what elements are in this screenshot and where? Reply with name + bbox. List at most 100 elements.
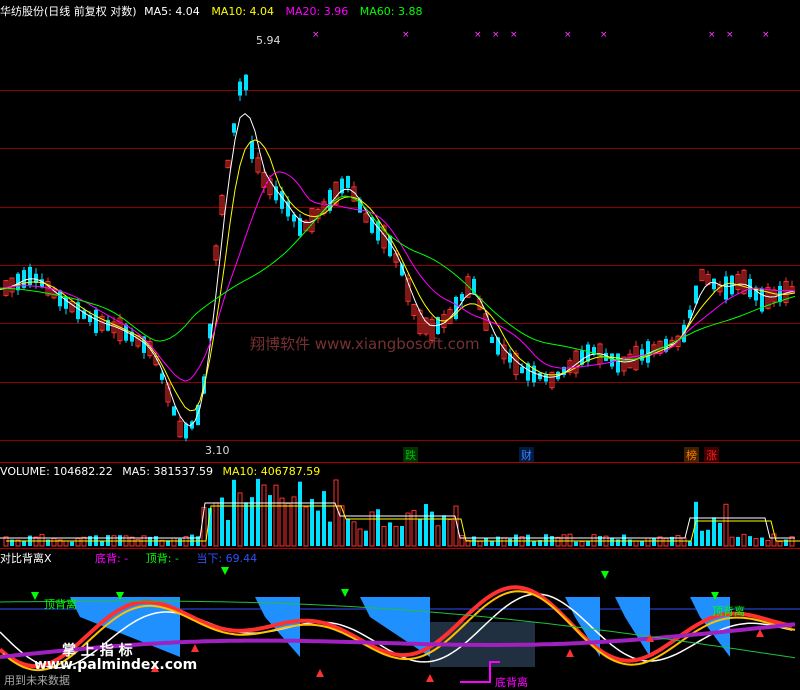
volume-bar — [328, 521, 332, 546]
volume-bar — [753, 538, 759, 547]
volume-bar — [526, 534, 530, 546]
candle-body — [172, 406, 176, 416]
signal-marker: × — [762, 30, 770, 40]
candle-body — [586, 344, 590, 362]
volume-bar — [736, 536, 740, 546]
volume-bar — [663, 537, 669, 547]
volume-bar — [729, 536, 735, 547]
low-price-marker: 3.10 — [205, 444, 230, 457]
panel-separator — [0, 462, 800, 463]
volume-bar — [459, 535, 465, 547]
volume-bar — [567, 533, 573, 547]
signal-marker: × — [708, 30, 716, 40]
volume-bar — [484, 538, 488, 546]
bottom-divergence-label: 底背离 — [495, 676, 528, 689]
ma5-value: 4.04 — [175, 5, 200, 18]
up-arrow-icon — [191, 644, 199, 652]
volume-bar — [273, 484, 279, 547]
volume-bar — [63, 540, 69, 547]
candle-body — [616, 353, 620, 373]
volume-bar — [723, 503, 729, 547]
volume-bar — [700, 530, 704, 546]
candle-body — [280, 191, 284, 209]
volume-bar — [39, 533, 45, 547]
volume-bar — [237, 492, 243, 547]
volume-bar — [544, 534, 548, 546]
volume-ma5-label: MA5: — [122, 465, 151, 478]
volume-bar — [694, 501, 698, 546]
candle-body — [244, 74, 248, 91]
volume-bar — [75, 537, 81, 547]
panel-separator — [0, 548, 800, 549]
volume-ma10-value: 406787.59 — [260, 465, 321, 478]
volume-bar — [555, 536, 561, 547]
volume-bar — [178, 538, 182, 546]
top-divergence-label-right: 顶背离 — [712, 605, 745, 618]
signal-marker: × — [474, 30, 482, 40]
volume-bar — [316, 510, 320, 546]
up-arrow-icon — [426, 674, 434, 682]
volume-value: 104682.22 — [53, 465, 113, 478]
volume-bar — [718, 522, 722, 546]
tag-zhang[interactable]: 涨 — [704, 447, 719, 463]
candle-body — [520, 366, 524, 374]
candle-body — [490, 336, 494, 344]
volume-bar — [490, 541, 494, 546]
signal-marker: × — [600, 30, 608, 40]
tag-die[interactable]: 跌 — [403, 447, 418, 463]
volume-bar — [322, 491, 326, 546]
volume-bar — [279, 497, 285, 547]
candle-body — [16, 273, 20, 291]
volume-bar — [351, 521, 357, 547]
signal-marker: × — [726, 30, 734, 40]
ma5-line — [0, 112, 796, 427]
volume-ma10-label: MA10: — [222, 465, 258, 478]
down-arrow-icon — [341, 589, 349, 597]
volume-label: VOLUME: — [0, 465, 50, 478]
volume-bar — [232, 479, 236, 546]
volume-bar — [388, 522, 392, 546]
volume-bar — [777, 541, 783, 547]
volume-bar — [579, 541, 585, 547]
volume-bar — [261, 484, 267, 547]
volume-bar — [171, 537, 177, 547]
indicator-area — [615, 597, 650, 657]
volume-bar — [688, 541, 692, 546]
top-divergence-label-left: 顶背离 — [44, 598, 77, 611]
ma60-value: 3.88 — [397, 5, 423, 18]
candle-body — [610, 353, 614, 367]
volume-bar — [477, 540, 483, 547]
volume-bar — [681, 537, 687, 547]
volume-bar — [784, 539, 788, 546]
candle-body — [238, 81, 242, 96]
volume-bar — [213, 502, 219, 547]
volume-bar — [244, 502, 248, 546]
volume-bar — [81, 536, 87, 547]
tag-cai[interactable]: 财 — [519, 447, 534, 463]
watermark: 翔博软件 www.xiangbosoft.com — [250, 335, 480, 353]
volume-bar — [424, 504, 428, 546]
volume-bar — [346, 518, 350, 546]
volume-bar — [610, 537, 614, 546]
signal-marker: × — [510, 30, 518, 40]
volume-bar — [369, 511, 375, 547]
volume-bar — [760, 537, 764, 546]
tag-bang[interactable]: 榜 — [684, 447, 699, 463]
ma60-label: MA60: — [359, 5, 395, 18]
volume-bar — [435, 525, 441, 547]
volume-bar — [405, 512, 411, 547]
volume-bar — [357, 528, 363, 547]
volume-header: VOLUME: 104682.22 MA5: 381537.59 MA10: 4… — [0, 465, 320, 478]
volume-ma5-value: 381537.59 — [153, 465, 214, 478]
signal-marker: × — [312, 30, 320, 40]
volume-chart[interactable] — [0, 478, 800, 548]
future-data-note: 用到未来数据 — [4, 674, 70, 687]
volume-bar — [226, 520, 230, 546]
volume-bar — [652, 538, 656, 546]
volume-bar — [364, 530, 368, 546]
volume-bar — [285, 502, 291, 547]
price-chart[interactable]: × × × × × × × × × × — [0, 20, 800, 462]
up-arrow-icon — [316, 669, 324, 677]
volume-bar — [393, 525, 399, 547]
stock-title: 华纺股份(日线 前复权 对数) — [0, 5, 137, 18]
